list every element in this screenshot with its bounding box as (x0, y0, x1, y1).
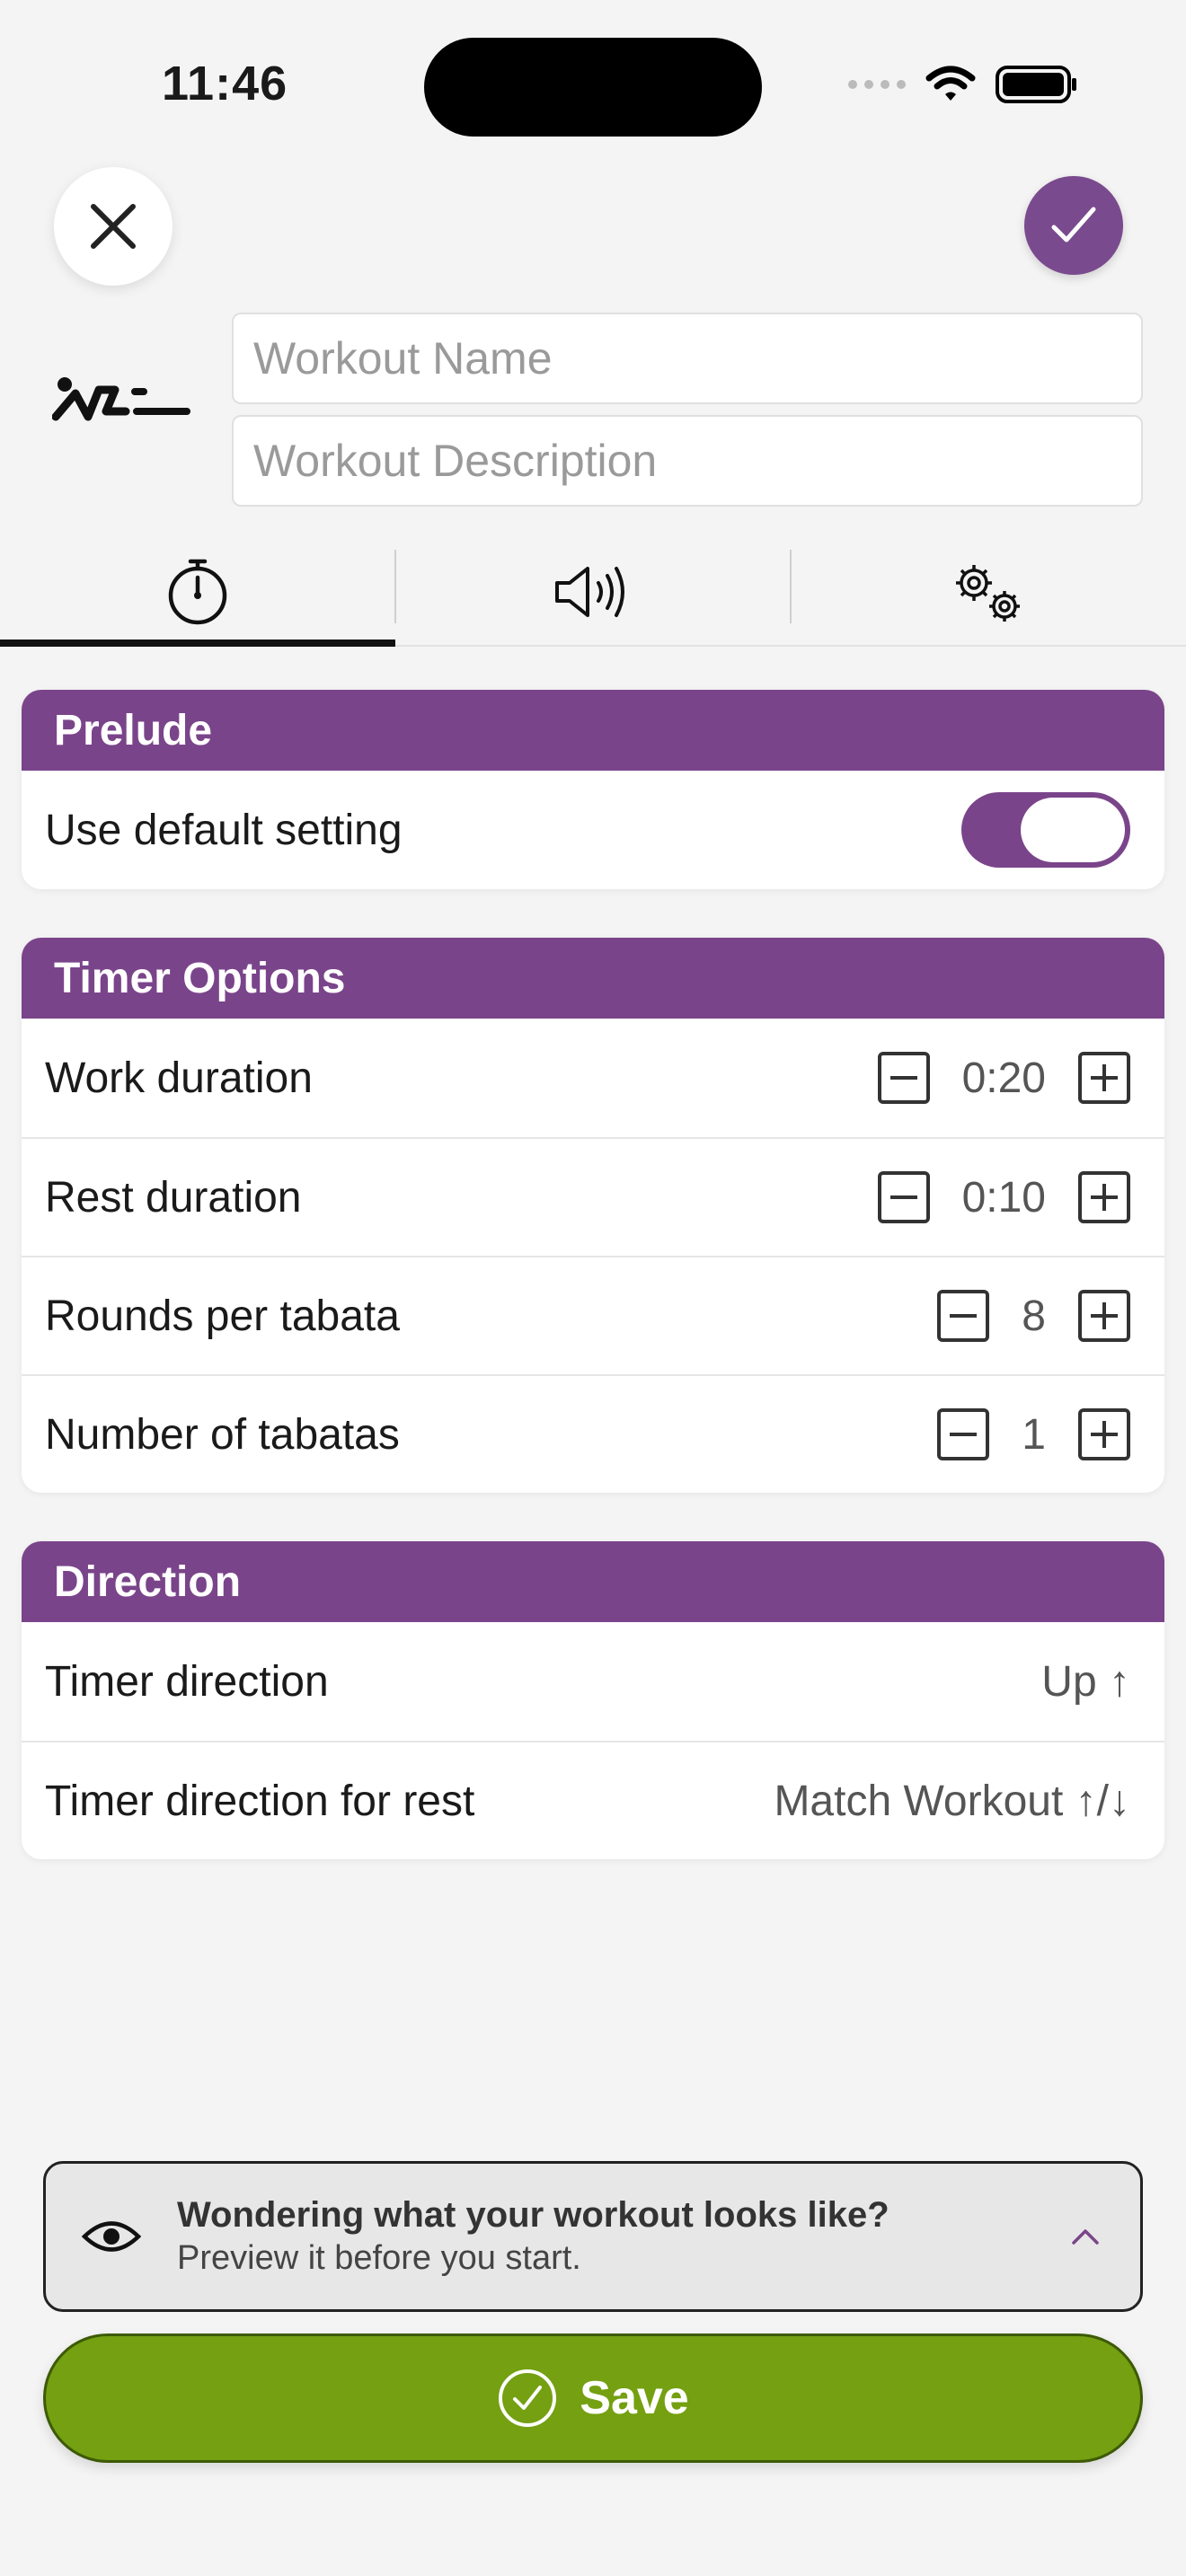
check-circle-icon (499, 2369, 557, 2427)
row-label: Rounds per tabata (45, 1292, 400, 1340)
rounds-stepper: 8 (937, 1290, 1130, 1342)
save-button[interactable]: Save (43, 2333, 1143, 2463)
decrement-button[interactable] (877, 1052, 930, 1104)
tab-timer[interactable] (0, 539, 395, 645)
workout-description-input[interactable] (232, 415, 1143, 507)
work-duration-row: Work duration 0:20 (22, 1019, 1164, 1137)
direction-section: Direction Timer direction Up ↑ Timer dir… (22, 1541, 1164, 1859)
stopwatch-icon (168, 559, 227, 625)
section-header: Prelude (22, 690, 1164, 771)
speaker-icon (555, 567, 624, 617)
increment-button[interactable] (1078, 1171, 1130, 1223)
workout-name-input[interactable] (232, 313, 1143, 404)
tabatas-stepper: 1 (937, 1408, 1130, 1460)
number-of-tabatas-row: Number of tabatas 1 (22, 1374, 1164, 1493)
row-label: Work duration (45, 1054, 313, 1102)
timer-options-section: Timer Options Work duration 0:20 Rest du… (22, 938, 1164, 1493)
rest-direction-value[interactable]: Match Workout ↑/↓ (774, 1777, 1130, 1826)
checkmark-icon (1051, 207, 1096, 243)
rest-duration-row: Rest duration 0:10 (22, 1137, 1164, 1256)
rounds-per-tabata-row: Rounds per tabata 8 (22, 1256, 1164, 1374)
timer-direction-row[interactable]: Timer direction Up ↑ (22, 1622, 1164, 1741)
stepper-value: 8 (1022, 1292, 1046, 1340)
confirm-button[interactable] (1024, 176, 1123, 275)
row-label: Timer direction (45, 1657, 329, 1706)
eye-icon (82, 2221, 141, 2252)
prelude-default-row: Use default setting (22, 771, 1164, 889)
work-duration-stepper: 0:20 (877, 1052, 1130, 1104)
decrement-button[interactable] (937, 1290, 990, 1342)
stepper-value: 1 (1022, 1410, 1046, 1459)
toggle-knob (1021, 798, 1125, 862)
close-button[interactable] (54, 167, 173, 286)
use-default-toggle[interactable] (961, 792, 1130, 868)
decrement-button[interactable] (937, 1408, 990, 1460)
preview-subtitle: Preview it before you start. (177, 2239, 581, 2277)
preview-banner[interactable]: Wondering what your workout looks like? … (43, 2161, 1143, 2312)
signal-dots-icon (848, 80, 906, 89)
save-label: Save (580, 2372, 689, 2424)
tab-sound[interactable] (395, 539, 791, 645)
status-time: 11:46 (162, 57, 288, 110)
app-logo-icon (52, 377, 190, 421)
increment-button[interactable] (1078, 1290, 1130, 1342)
status-icons (848, 65, 1078, 104)
stepper-value: 0:20 (961, 1054, 1046, 1102)
row-label: Use default setting (45, 806, 403, 854)
row-label: Timer direction for rest (45, 1777, 475, 1825)
rest-direction-row[interactable]: Timer direction for rest Match Workout ↑… (22, 1741, 1164, 1859)
chevron-up-icon[interactable] (1070, 2227, 1101, 2246)
active-tab-indicator (0, 640, 395, 647)
timer-direction-value[interactable]: Up ↑ (1041, 1657, 1130, 1707)
rest-duration-stepper: 0:10 (877, 1171, 1130, 1223)
increment-button[interactable] (1078, 1052, 1130, 1104)
section-header: Timer Options (22, 938, 1164, 1019)
stepper-value: 0:10 (961, 1173, 1046, 1222)
decrement-button[interactable] (877, 1171, 930, 1223)
battery-icon (996, 66, 1076, 103)
preview-text: Wondering what your workout looks like? … (177, 2195, 1070, 2278)
workout-editor-screen: 11:46 Workout Name Workout Description P… (0, 0, 1186, 2576)
wifi-icon (925, 66, 976, 101)
section-header: Direction (22, 1541, 1164, 1622)
close-icon (91, 204, 136, 249)
row-label: Number of tabatas (45, 1410, 400, 1459)
settings-tabs (0, 539, 1186, 647)
increment-button[interactable] (1078, 1408, 1130, 1460)
prelude-section: Prelude Use default setting (22, 690, 1164, 889)
row-label: Rest duration (45, 1173, 302, 1222)
tab-settings[interactable] (791, 539, 1186, 645)
dynamic-island (424, 38, 762, 137)
preview-title: Wondering what your workout looks like? (177, 2195, 890, 2235)
gears-icon (956, 565, 1020, 622)
